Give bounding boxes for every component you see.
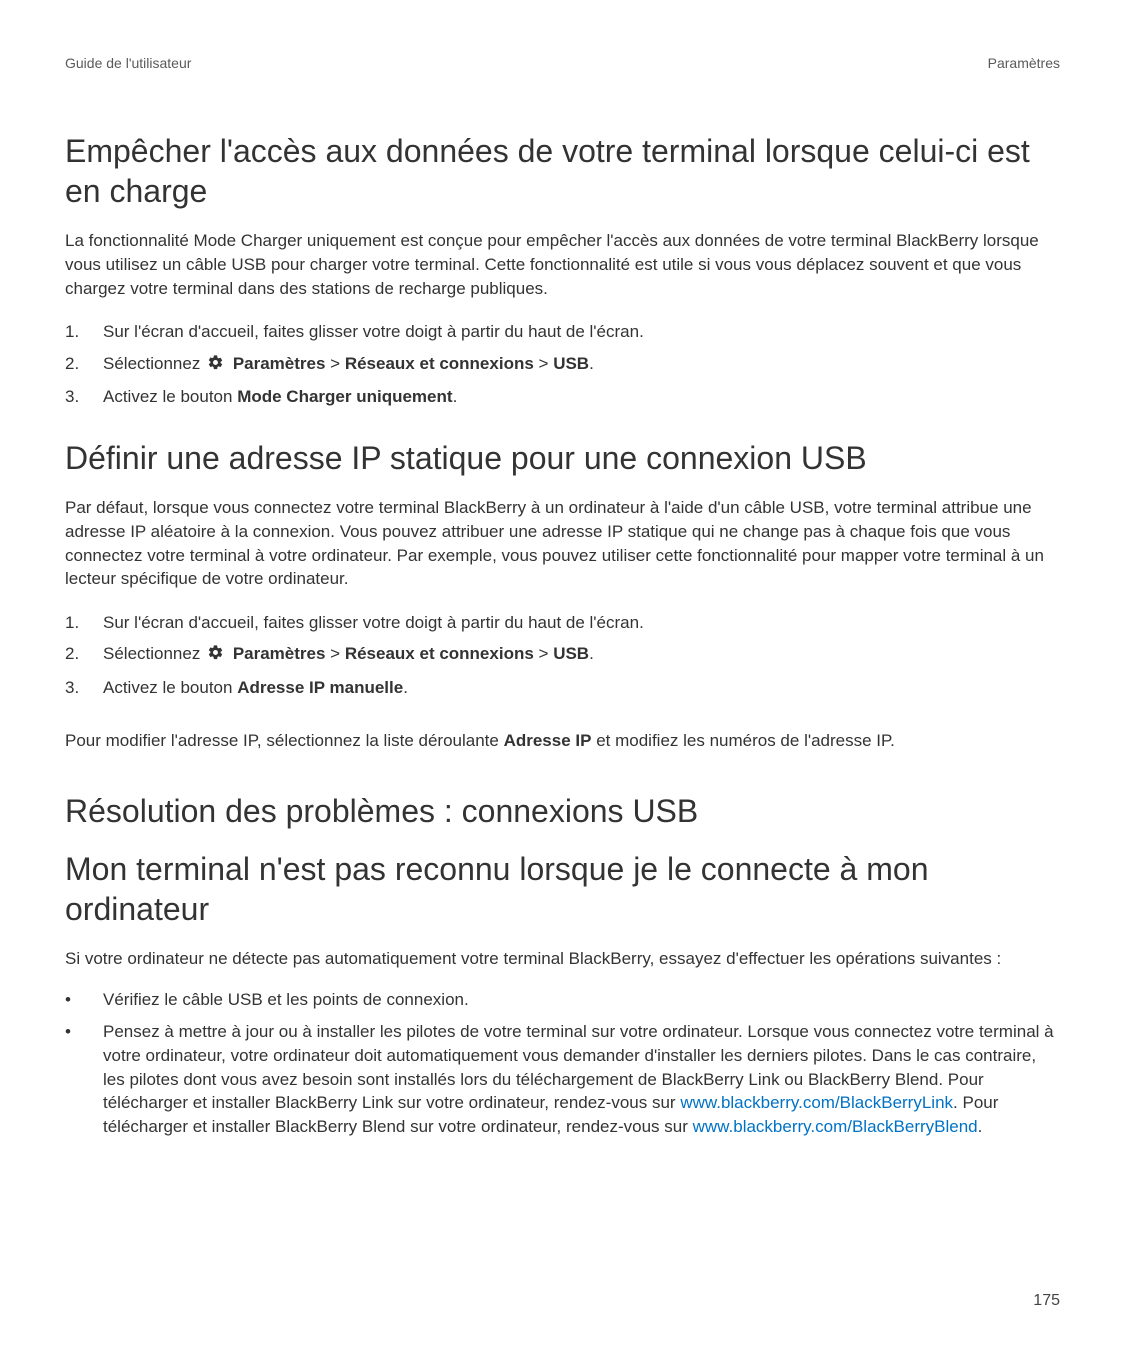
step-bold: Paramètres <box>233 354 326 373</box>
step-item: Sur l'écran d'accueil, faites glisser vo… <box>65 609 1060 636</box>
header-left: Guide de l'utilisateur <box>65 55 191 71</box>
step-item: Sélectionnez Paramètres > Réseaux et con… <box>65 640 1060 669</box>
step-bold: Réseaux et connexions <box>345 354 534 373</box>
heading-troubleshoot: Résolution des problèmes : connexions US… <box>65 791 1060 831</box>
step-text: Sur l'écran d'accueil, faites glisser vo… <box>103 613 644 632</box>
bullet-text: . <box>978 1117 983 1136</box>
step-text: > <box>539 354 554 373</box>
step-text: Activez le bouton <box>103 387 237 406</box>
step-bold: USB <box>553 354 589 373</box>
step-text: Activez le bouton <box>103 678 237 697</box>
paragraph-text: et modifiez les numéros de l'adresse IP. <box>591 731 894 750</box>
header-right: Paramètres <box>988 55 1060 71</box>
step-text: . <box>589 354 594 373</box>
heading-static-ip: Définir une adresse IP statique pour une… <box>65 438 1060 478</box>
heading-prevent-access: Empêcher l'accès aux données de votre te… <box>65 131 1060 211</box>
step-text: . <box>403 678 408 697</box>
bullet-item: Pensez à mettre à jour ou à installer le… <box>65 1020 1060 1139</box>
link-blackberry-blend[interactable]: www.blackberry.com/BlackBerryBlend <box>693 1117 978 1136</box>
paragraph: Par défaut, lorsque vous connectez votre… <box>65 496 1060 591</box>
step-item: Activez le bouton Adresse IP manuelle. <box>65 674 1060 701</box>
step-bold: Réseaux et connexions <box>345 644 534 663</box>
step-bold: Paramètres <box>233 644 326 663</box>
link-blackberry-link[interactable]: www.blackberry.com/BlackBerryLink <box>680 1093 953 1112</box>
step-item: Sur l'écran d'accueil, faites glisser vo… <box>65 318 1060 345</box>
gear-icon <box>207 642 224 669</box>
step-text: > <box>539 644 554 663</box>
step-text: Sélectionnez <box>103 644 205 663</box>
paragraph: La fonctionnalité Mode Charger uniquemen… <box>65 229 1060 300</box>
step-text: . <box>453 387 458 406</box>
bullet-item: Vérifiez le câble USB et les points de c… <box>65 988 1060 1012</box>
bullet-text: Vérifiez le câble USB et les points de c… <box>103 990 469 1009</box>
steps-list: Sur l'écran d'accueil, faites glisser vo… <box>65 318 1060 410</box>
step-bold: USB <box>553 644 589 663</box>
paragraph-bold: Adresse IP <box>504 731 592 750</box>
step-text: Sur l'écran d'accueil, faites glisser vo… <box>103 322 644 341</box>
steps-list: Sur l'écran d'accueil, faites glisser vo… <box>65 609 1060 701</box>
step-text: > <box>330 644 345 663</box>
step-item: Sélectionnez Paramètres > Réseaux et con… <box>65 350 1060 379</box>
step-text: > <box>330 354 345 373</box>
bullet-list: Vérifiez le câble USB et les points de c… <box>65 988 1060 1139</box>
step-text: . <box>589 644 594 663</box>
document-page: Guide de l'utilisateur Paramètres Empêch… <box>0 0 1125 1350</box>
paragraph: Si votre ordinateur ne détecte pas autom… <box>65 947 1060 971</box>
step-bold: Mode Charger uniquement <box>237 387 452 406</box>
step-item: Activez le bouton Mode Charger uniquemen… <box>65 383 1060 410</box>
step-text: Sélectionnez <box>103 354 205 373</box>
heading-not-recognized: Mon terminal n'est pas reconnu lorsque j… <box>65 849 1060 929</box>
page-number: 175 <box>1033 1292 1060 1310</box>
paragraph-text: Pour modifier l'adresse IP, sélectionnez… <box>65 731 504 750</box>
page-header: Guide de l'utilisateur Paramètres <box>65 55 1060 71</box>
step-bold: Adresse IP manuelle <box>237 678 403 697</box>
gear-icon <box>207 352 224 379</box>
paragraph: Pour modifier l'adresse IP, sélectionnez… <box>65 729 1060 753</box>
